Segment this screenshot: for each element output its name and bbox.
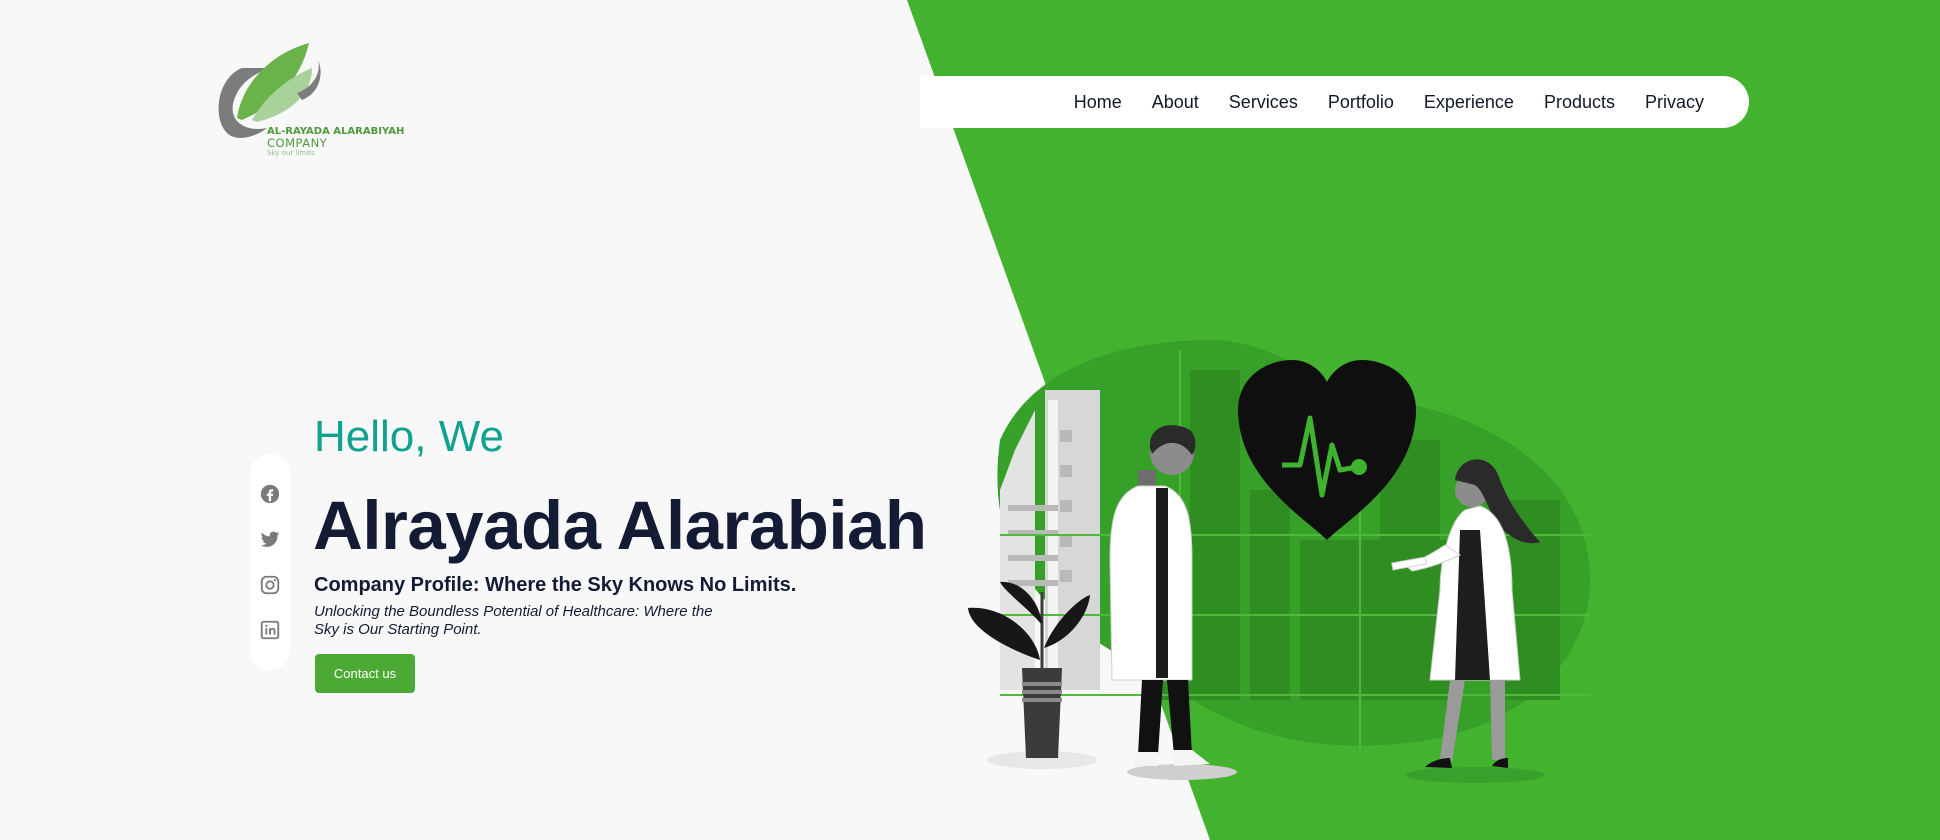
hero-subtitle: Company Profile: Where the Sky Knows No … bbox=[314, 574, 797, 596]
nav-privacy[interactable]: Privacy bbox=[1645, 92, 1704, 113]
nav-home[interactable]: Home bbox=[1074, 92, 1122, 113]
logo-text: AL-RAYADA ALARABIYAH COMPANY Sky our lim… bbox=[267, 126, 404, 157]
twitter-icon[interactable] bbox=[259, 528, 281, 550]
social-links-bar bbox=[250, 454, 290, 670]
plant-pot bbox=[1022, 668, 1062, 758]
nav-services[interactable]: Services bbox=[1229, 92, 1298, 113]
main-navbar: Home About Services Portfolio Experience… bbox=[920, 76, 1749, 128]
hero-title: Alrayada Alarabiah bbox=[313, 487, 927, 564]
hero-greeting: Hello, We bbox=[314, 412, 504, 461]
nav-about[interactable]: About bbox=[1152, 92, 1199, 113]
company-logo[interactable]: AL-RAYADA ALARABIYAH COMPANY Sky our lim… bbox=[212, 38, 412, 163]
nav-portfolio[interactable]: Portfolio bbox=[1328, 92, 1394, 113]
instagram-icon[interactable] bbox=[259, 574, 281, 596]
logo-name-line2: COMPANY bbox=[267, 136, 328, 150]
hero-tagline: Unlocking the Boundless Potential of Hea… bbox=[314, 603, 713, 638]
nav-experience[interactable]: Experience bbox=[1424, 92, 1514, 113]
logo-slogan: Sky our limits bbox=[267, 148, 315, 157]
doctors-heart-illustration bbox=[968, 340, 1590, 783]
facebook-icon[interactable] bbox=[259, 483, 281, 505]
nav-products[interactable]: Products bbox=[1544, 92, 1615, 113]
contact-us-button[interactable]: Contact us bbox=[315, 654, 415, 693]
linkedin-icon[interactable] bbox=[259, 619, 281, 641]
